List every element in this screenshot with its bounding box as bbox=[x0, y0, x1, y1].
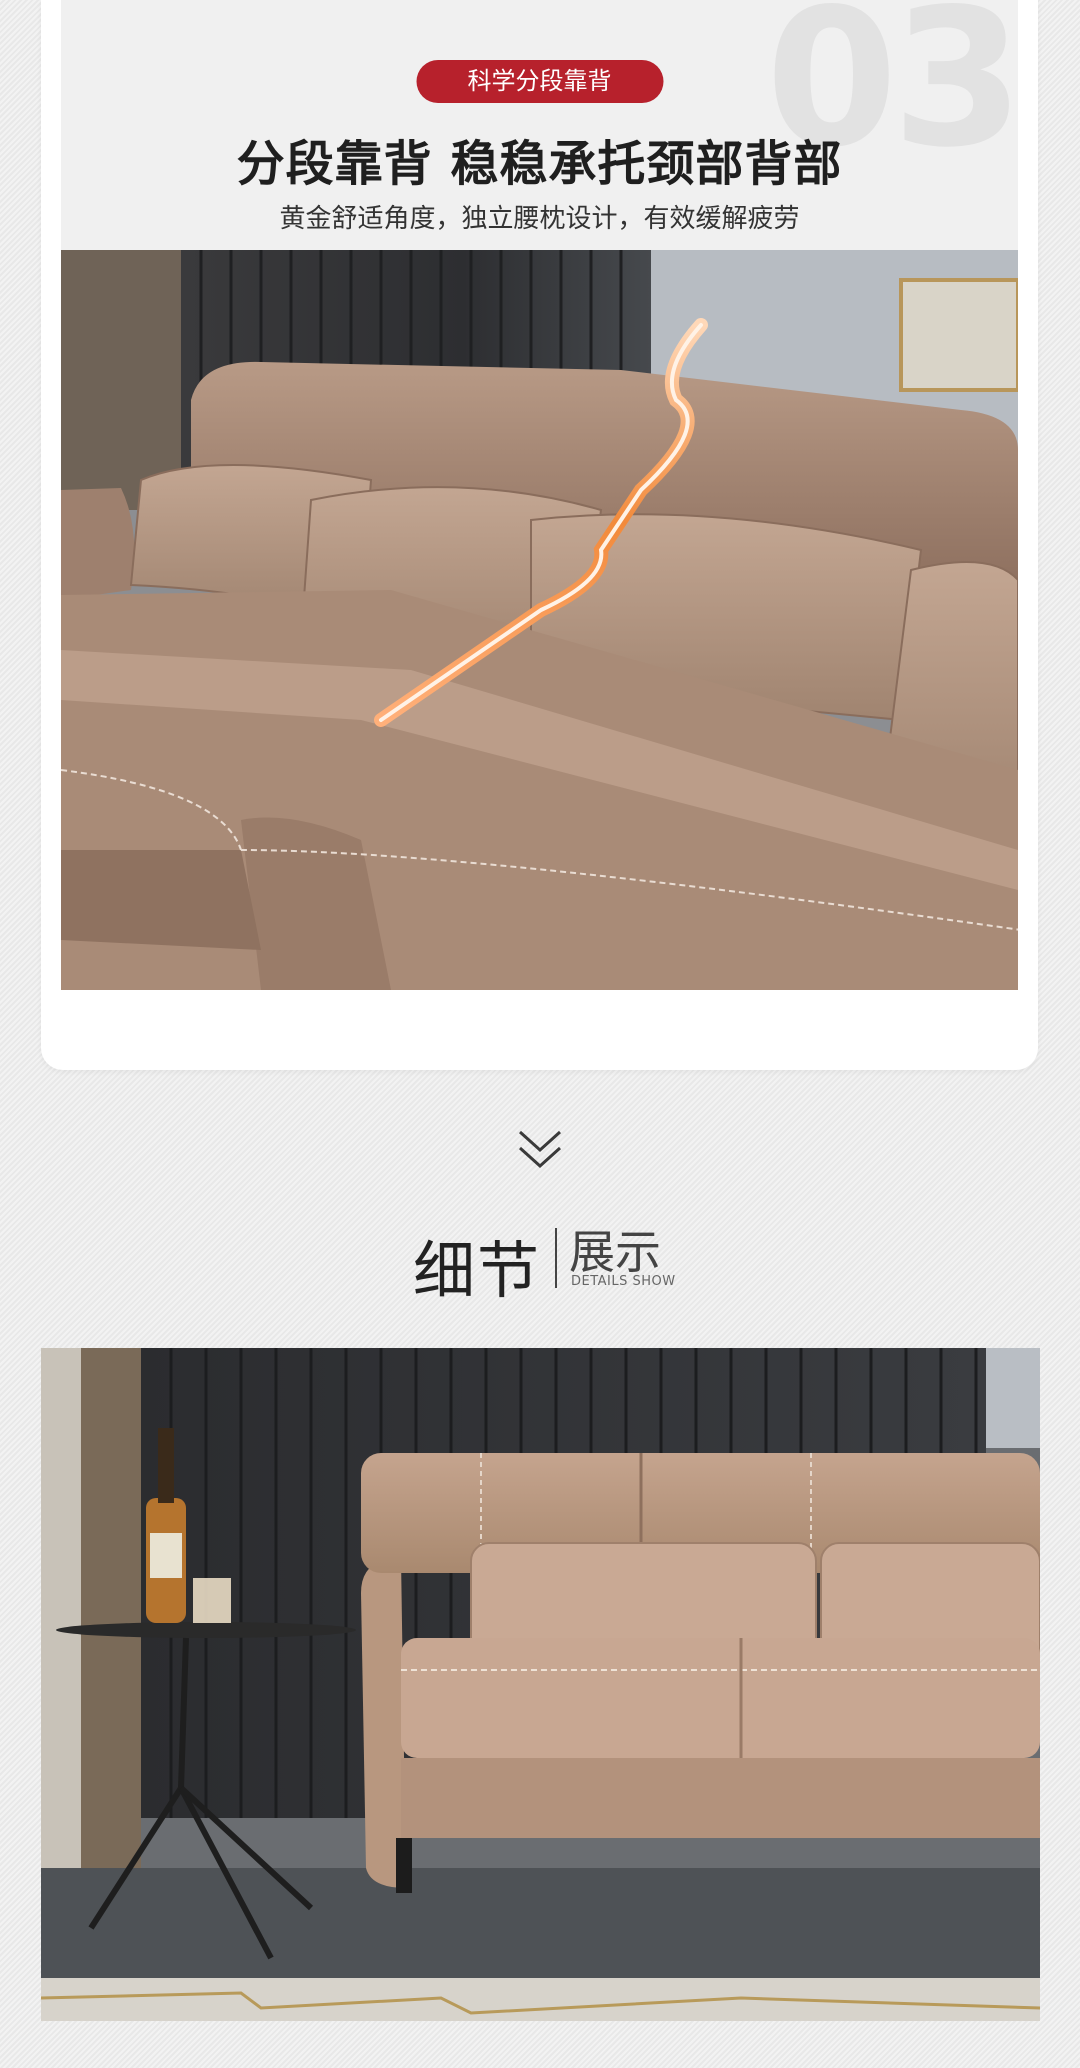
details-title-sub: 展示 bbox=[569, 1225, 661, 1279]
feature-badge: 科学分段靠背 bbox=[416, 60, 663, 103]
feature-header: 03 科学分段靠背 分段靠背 稳稳承托颈部背部 黄金舒适角度，独立腰枕设计，有效… bbox=[61, 0, 1024, 250]
feature-headline: 分段靠背 稳稳承托颈部背部 bbox=[236, 136, 843, 192]
double-chevron-down-icon bbox=[518, 1130, 562, 1169]
title-divider bbox=[555, 1228, 557, 1288]
sofa-living-room-photo bbox=[41, 1348, 1040, 2021]
details-title-main: 细节 bbox=[413, 1234, 542, 1307]
sofa-backrest-photo bbox=[61, 250, 1018, 990]
feature-card-segmented-backrest: 03 科学分段靠背 分段靠背 稳稳承托颈部背部 黄金舒适角度，独立腰枕设计，有效… bbox=[41, 0, 1038, 1070]
feature-subline: 黄金舒适角度，独立腰枕设计，有效缓解疲劳 bbox=[279, 204, 800, 234]
details-title-en: DETAILS SHOW bbox=[571, 1274, 676, 1289]
